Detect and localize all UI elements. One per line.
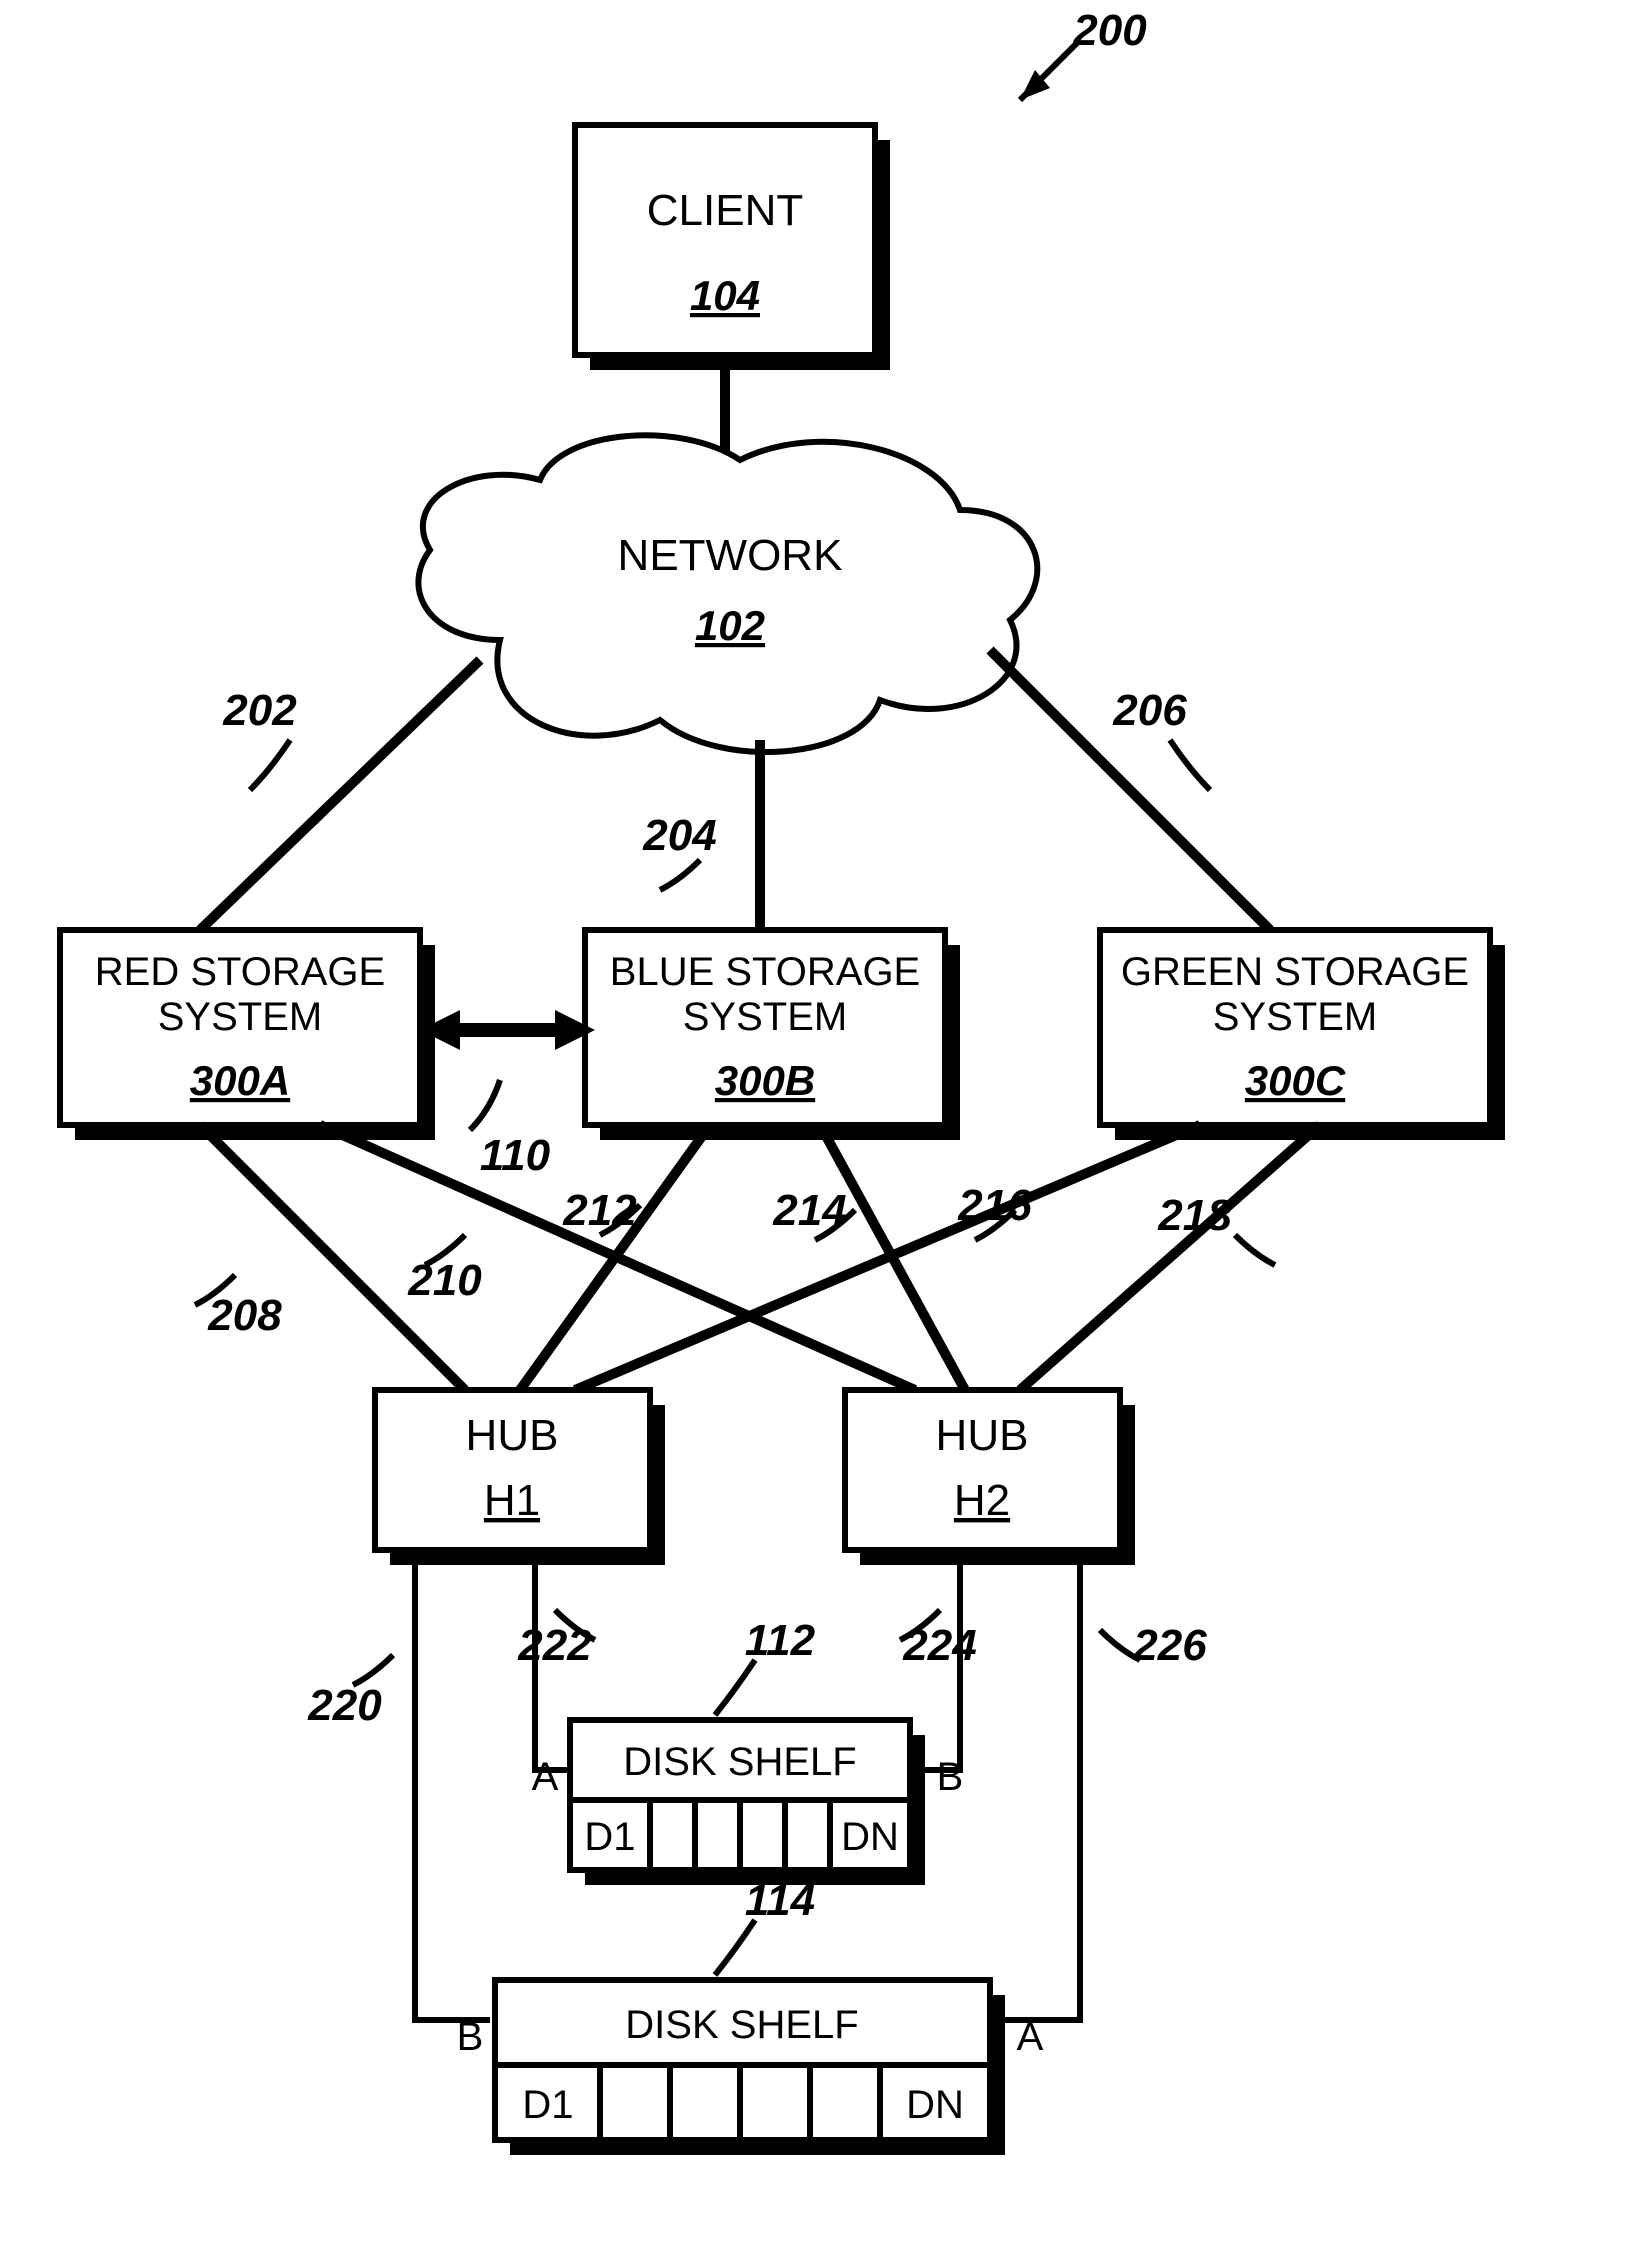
link-210: 210 <box>407 1256 482 1305</box>
interconnect-ref: 110 <box>480 1131 551 1180</box>
storage-red-l2: SYSTEM <box>158 995 322 1039</box>
client-label: CLIENT <box>647 186 803 235</box>
storage-blue: BLUE STORAGE SYSTEM 300B <box>585 930 960 1140</box>
shelf1-portB: B <box>937 1755 964 1799</box>
hub-h2: HUB H2 <box>845 1390 1135 1565</box>
hub-h2-label: HUB <box>936 1411 1029 1460</box>
link-220: 220 <box>307 1681 382 1730</box>
shelf2-label: DISK SHELF <box>625 2003 858 2047</box>
storage-blue-l2: SYSTEM <box>683 995 847 1039</box>
storage-green-l1: GREEN STORAGE <box>1121 950 1469 994</box>
link-204: 204 <box>642 811 716 860</box>
shelf2-ref: 114 <box>745 1876 815 1925</box>
shelf1-d1: D1 <box>584 1815 635 1859</box>
shelf2-portB: B <box>457 2015 484 2059</box>
disk-shelf-2: 114 B A DISK SHELF D1 DN <box>457 1876 1044 2155</box>
link-224: 224 <box>902 1621 976 1670</box>
storage-red-l1: RED STORAGE <box>95 950 385 994</box>
link-216: 216 <box>957 1181 1032 1230</box>
link-206: 206 <box>1112 686 1187 735</box>
storage-red: RED STORAGE SYSTEM 300A <box>60 930 435 1140</box>
shelf1-portA: A <box>532 1755 559 1799</box>
storage-green-l2: SYSTEM <box>1213 995 1377 1039</box>
link-212: 212 <box>562 1186 637 1235</box>
network-cloud: NETWORK 102 <box>418 435 1037 752</box>
link-218: 218 <box>1157 1191 1232 1240</box>
client-ref: 104 <box>690 272 760 319</box>
figure-ref: 200 <box>1020 6 1147 100</box>
shelf2-dn: DN <box>906 2083 964 2127</box>
network-ref: 102 <box>695 602 765 649</box>
link-214: 214 <box>772 1186 846 1235</box>
link-202: 202 <box>222 686 297 735</box>
link-222: 222 <box>517 1621 592 1670</box>
figure-ref-label: 200 <box>1072 6 1147 55</box>
shelf1-dn: DN <box>841 1815 899 1859</box>
hub-h1-ref: H1 <box>484 1476 540 1525</box>
storage-blue-ref: 300B <box>715 1057 815 1104</box>
interconnect: 110 <box>420 1010 595 1180</box>
shelf1-ref: 112 <box>745 1616 816 1665</box>
link-226: 226 <box>1132 1621 1207 1670</box>
client-box: CLIENT 104 <box>575 125 890 370</box>
hub-h2-ref: H2 <box>954 1476 1010 1525</box>
storage-green-ref: 300C <box>1245 1057 1346 1104</box>
diagram: 200 CLIENT 104 NETWORK 102 202 204 206 R… <box>0 0 1637 2260</box>
hub-h1-label: HUB <box>466 1411 559 1460</box>
disk-shelf-1: 112 A B DISK SHELF D1 DN <box>532 1616 964 1885</box>
shelf2-portA: A <box>1017 2015 1044 2059</box>
network-label: NETWORK <box>618 531 843 580</box>
storage-blue-l1: BLUE STORAGE <box>610 950 920 994</box>
shelf2-d1: D1 <box>522 2083 573 2127</box>
hub-h1: HUB H1 <box>375 1390 665 1565</box>
shelf1-label: DISK SHELF <box>623 1740 856 1784</box>
storage-red-ref: 300A <box>190 1057 290 1104</box>
link-208: 208 <box>207 1291 282 1340</box>
storage-green: GREEN STORAGE SYSTEM 300C <box>1100 930 1505 1140</box>
